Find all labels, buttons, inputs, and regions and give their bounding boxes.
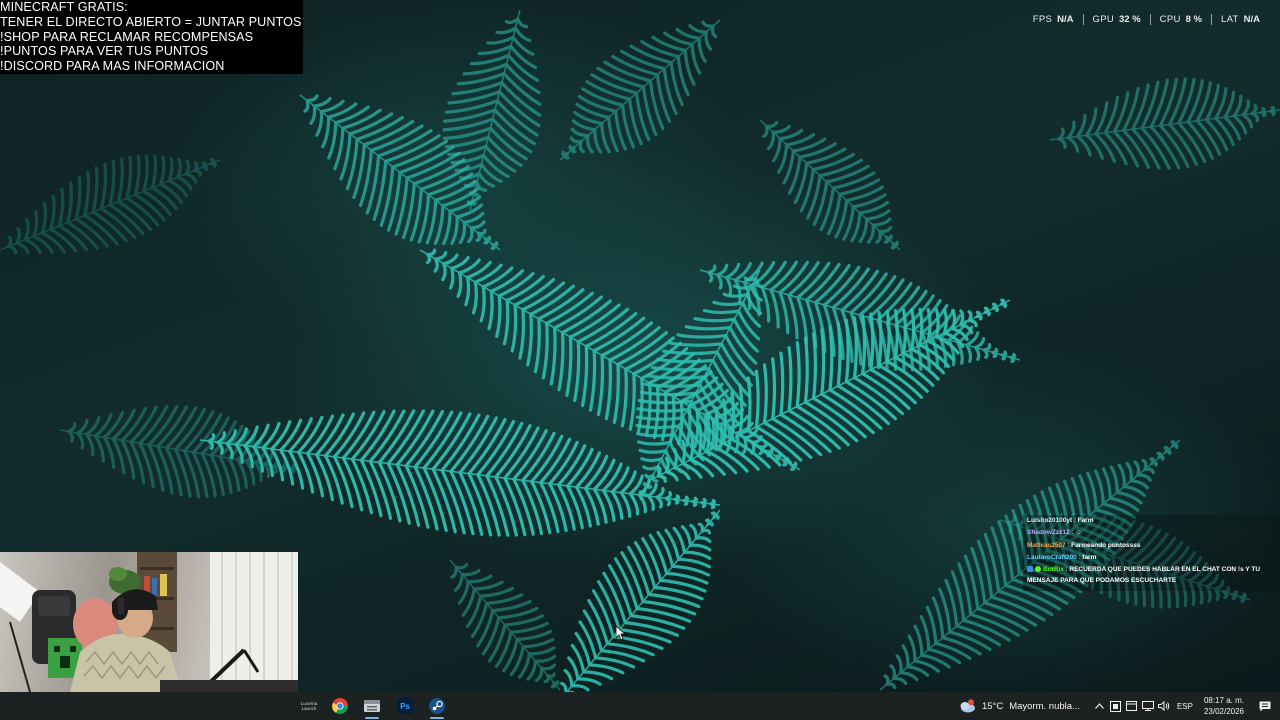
weather-widget[interactable]: 15°C Mayorm. nubla... <box>952 692 1084 720</box>
taskbar-app-file-explorer[interactable] <box>356 692 388 720</box>
notifications-button[interactable] <box>1254 692 1276 720</box>
tray-task-view[interactable] <box>1124 692 1140 720</box>
system-tray: 15°C Mayorm. nubla... ESP 08:17 a. m. 23… <box>952 692 1280 720</box>
taskbar-app-chrome[interactable] <box>324 692 356 720</box>
fern-frond <box>199 409 721 537</box>
webcam-feed <box>0 552 298 692</box>
speaker-icon <box>1157 701 1170 711</box>
chat-text: Farm <box>1077 517 1094 524</box>
chat-username: Luisito20100yt <box>1027 517 1073 524</box>
clock-time: 08:17 a. m. <box>1203 696 1244 705</box>
bot-badge-icon <box>1035 566 1041 573</box>
stat-fps: FPS N/A <box>1024 14 1083 25</box>
language-indicator: ESP <box>1176 701 1193 711</box>
weather-cloud-icon <box>960 699 975 713</box>
stream-info-overlay: MINECRAFT GRATIS: TENER EL DIRECTO ABIER… <box>0 0 303 74</box>
stat-lat-value: N/A <box>1243 13 1260 25</box>
chat-username: LautaroCraft200 <box>1027 553 1077 561</box>
stat-fps-label: FPS <box>1032 13 1053 25</box>
webcam-scene <box>0 552 298 692</box>
fern-frond <box>560 509 721 692</box>
taskbar-app-photoshop[interactable]: Ps <box>389 692 421 720</box>
clock: 08:17 a. m. 23/02/2026 <box>1204 695 1244 717</box>
input-language-button[interactable]: ESP <box>1172 692 1198 720</box>
stat-gpu-label: GPU <box>1092 13 1114 25</box>
chat-emote: ☺ <box>1075 529 1082 537</box>
fern-frond <box>449 559 561 691</box>
fern-frond <box>759 119 901 251</box>
window-icon <box>1126 701 1138 711</box>
clock-date: 23/02/2026 <box>1203 707 1244 716</box>
overlay-line-points: TENER EL DIRECTO ABIERTO = JUNTAR PUNTOS <box>0 14 302 29</box>
mouse-cursor-icon <box>616 626 626 641</box>
stream-chat-overlay: Luisito20100yt : Farm ShadowZzz12 : ☺ Ma… <box>1023 515 1280 591</box>
chat-message-bot: BotRix : RECUERDA QUE PUEDES HABLAR EN E… <box>1027 564 1275 586</box>
chat-message: ShadowZzz12 : ☺ <box>1027 527 1280 539</box>
chat-message: LautaroCraft200 : farm <box>1027 552 1280 564</box>
file-explorer-icon <box>364 700 380 712</box>
fern-frond <box>1049 77 1280 170</box>
overlay-line-discord: !DISCORD PARA MAS INFORMACION <box>0 59 225 74</box>
chat-message: Mathias2507 : Farmeando puntossss <box>1027 540 1280 552</box>
taskbar-app-steam[interactable] <box>421 692 453 720</box>
fern-frond <box>442 9 542 211</box>
chrome-icon <box>332 698 348 714</box>
stat-cpu: CPU 8 % <box>1149 13 1211 25</box>
fern-frond <box>59 404 301 499</box>
overlay-line-shop: !SHOP PARA RECLAMAR RECOMPENSAS <box>0 29 254 44</box>
photoshop-icon: Ps <box>397 698 413 714</box>
fern-frond <box>559 19 721 161</box>
stat-lat-label: LAT <box>1221 13 1239 25</box>
stat-cpu-label: CPU <box>1159 13 1181 25</box>
active-app-indicator <box>365 717 379 719</box>
taskbar-app-lucerna[interactable]: Lucerna Launch <box>293 692 325 720</box>
overlay-line-puntos: !PUNTOS PARA VER TUS PUNTOS <box>0 44 209 59</box>
stat-lat: LAT N/A <box>1211 13 1269 25</box>
clock-button[interactable]: 08:17 a. m. 23/02/2026 <box>1198 692 1254 720</box>
tray-screenshot-tool[interactable] <box>1108 692 1124 720</box>
performance-stats: FPS N/A GPU 32 % CPU 8 % LAT N/A <box>1024 12 1269 26</box>
chevron-up-icon <box>1095 703 1105 709</box>
fern-frond <box>0 154 221 255</box>
network-button[interactable] <box>1140 692 1156 720</box>
overlay-line-title: MINECRAFT GRATIS: <box>0 0 128 14</box>
network-ethernet-icon <box>1141 701 1154 711</box>
taskbar: Lucerna Launch Ps 15°C Mayorm. nubla... … <box>0 692 1280 720</box>
chat-text: Farmeando puntossss <box>1071 541 1141 549</box>
show-hidden-icons-button[interactable] <box>1092 692 1108 720</box>
stat-fps-value: N/A <box>1057 13 1074 25</box>
screenshot-icon <box>1110 700 1122 712</box>
volume-button[interactable] <box>1156 692 1172 720</box>
chat-text: farm <box>1082 553 1097 561</box>
moderator-badge-icon <box>1027 566 1033 573</box>
stat-gpu: GPU 32 % <box>1082 13 1150 25</box>
stat-cpu-value: 8 % <box>1185 13 1202 25</box>
notification-icon <box>1259 701 1271 711</box>
chat-message: Luisito20100yt : Farm <box>1027 515 1280 527</box>
weather-description: Mayorm. nubla... <box>1009 700 1080 712</box>
steam-icon <box>429 698 445 714</box>
stat-gpu-value: 32 % <box>1119 13 1141 25</box>
chat-username: ShadowZzz12 <box>1027 529 1070 537</box>
weather-temperature: 15°C <box>981 700 1004 712</box>
active-app-indicator <box>430 717 444 719</box>
chat-username: BotRix <box>1043 566 1064 574</box>
chat-username: Mathias2507 <box>1027 541 1066 549</box>
lucerna-app-label: Lucerna Launch <box>300 701 318 711</box>
